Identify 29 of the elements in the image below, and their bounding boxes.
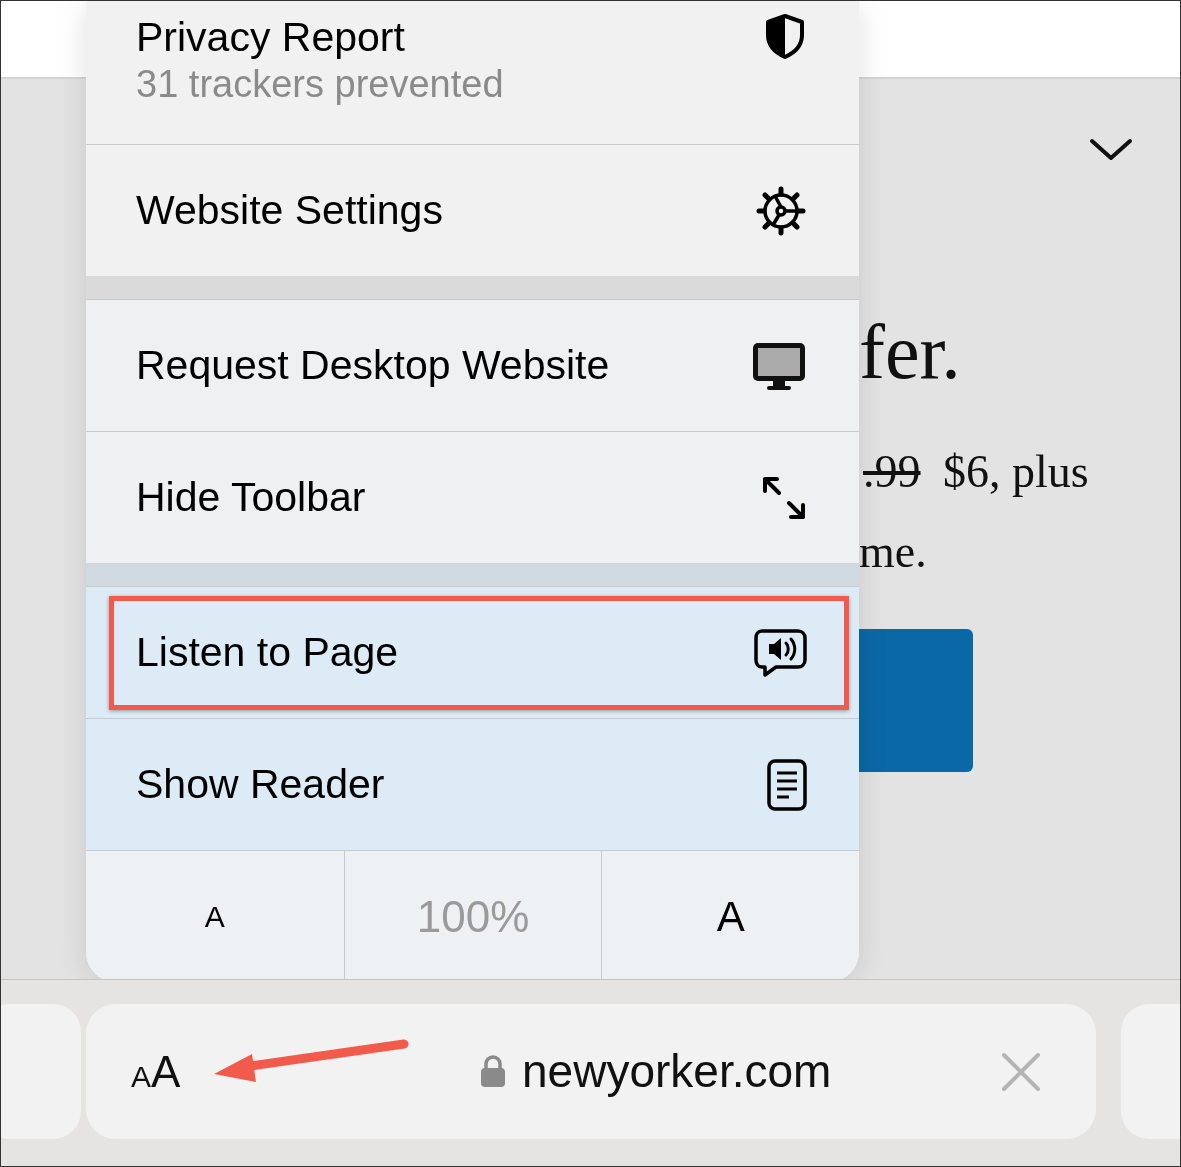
price-text: $6, plus bbox=[943, 445, 1089, 499]
menu-item[interactable]: Request Desktop Website bbox=[86, 299, 859, 431]
menu-item[interactable]: Hide Toolbar bbox=[86, 431, 859, 563]
gear-icon bbox=[755, 184, 807, 237]
speaker-bubble-icon bbox=[754, 627, 807, 678]
menu-item[interactable]: Show Reader bbox=[86, 718, 859, 850]
body-text: me. bbox=[859, 525, 927, 579]
menu-item[interactable]: Privacy Report 31 trackers prevented bbox=[86, 1, 859, 144]
lock-icon bbox=[480, 1055, 506, 1088]
document-icon bbox=[767, 758, 807, 811]
shield-icon bbox=[763, 13, 807, 61]
menu-item[interactable]: Listen to Page bbox=[86, 586, 859, 718]
menu-item-detail: 31 trackers prevented bbox=[136, 62, 504, 108]
menu-item-label: Hide Toolbar bbox=[136, 472, 366, 522]
expand-arrows-icon bbox=[761, 474, 807, 521]
headline: fer. bbox=[859, 307, 961, 397]
menu-item-label: Privacy Report bbox=[136, 13, 406, 62]
old-price: .99 bbox=[863, 445, 921, 499]
menu-item-label: Listen to Page bbox=[136, 627, 399, 677]
decrease-text-button[interactable]: A bbox=[86, 851, 344, 982]
chevron-down-icon bbox=[1089, 138, 1133, 162]
menu-item-label: Website Settings bbox=[136, 185, 443, 235]
menu-item-label: Show Reader bbox=[136, 759, 385, 809]
url-text[interactable]: newyorker.com bbox=[522, 1037, 832, 1106]
close-icon[interactable] bbox=[1001, 1051, 1041, 1092]
tab-preview[interactable] bbox=[1, 1004, 81, 1139]
menu-item-label: Request Desktop Website bbox=[136, 340, 610, 390]
desktop-icon bbox=[751, 340, 807, 391]
text-size-button[interactable]: AA bbox=[131, 1038, 181, 1105]
